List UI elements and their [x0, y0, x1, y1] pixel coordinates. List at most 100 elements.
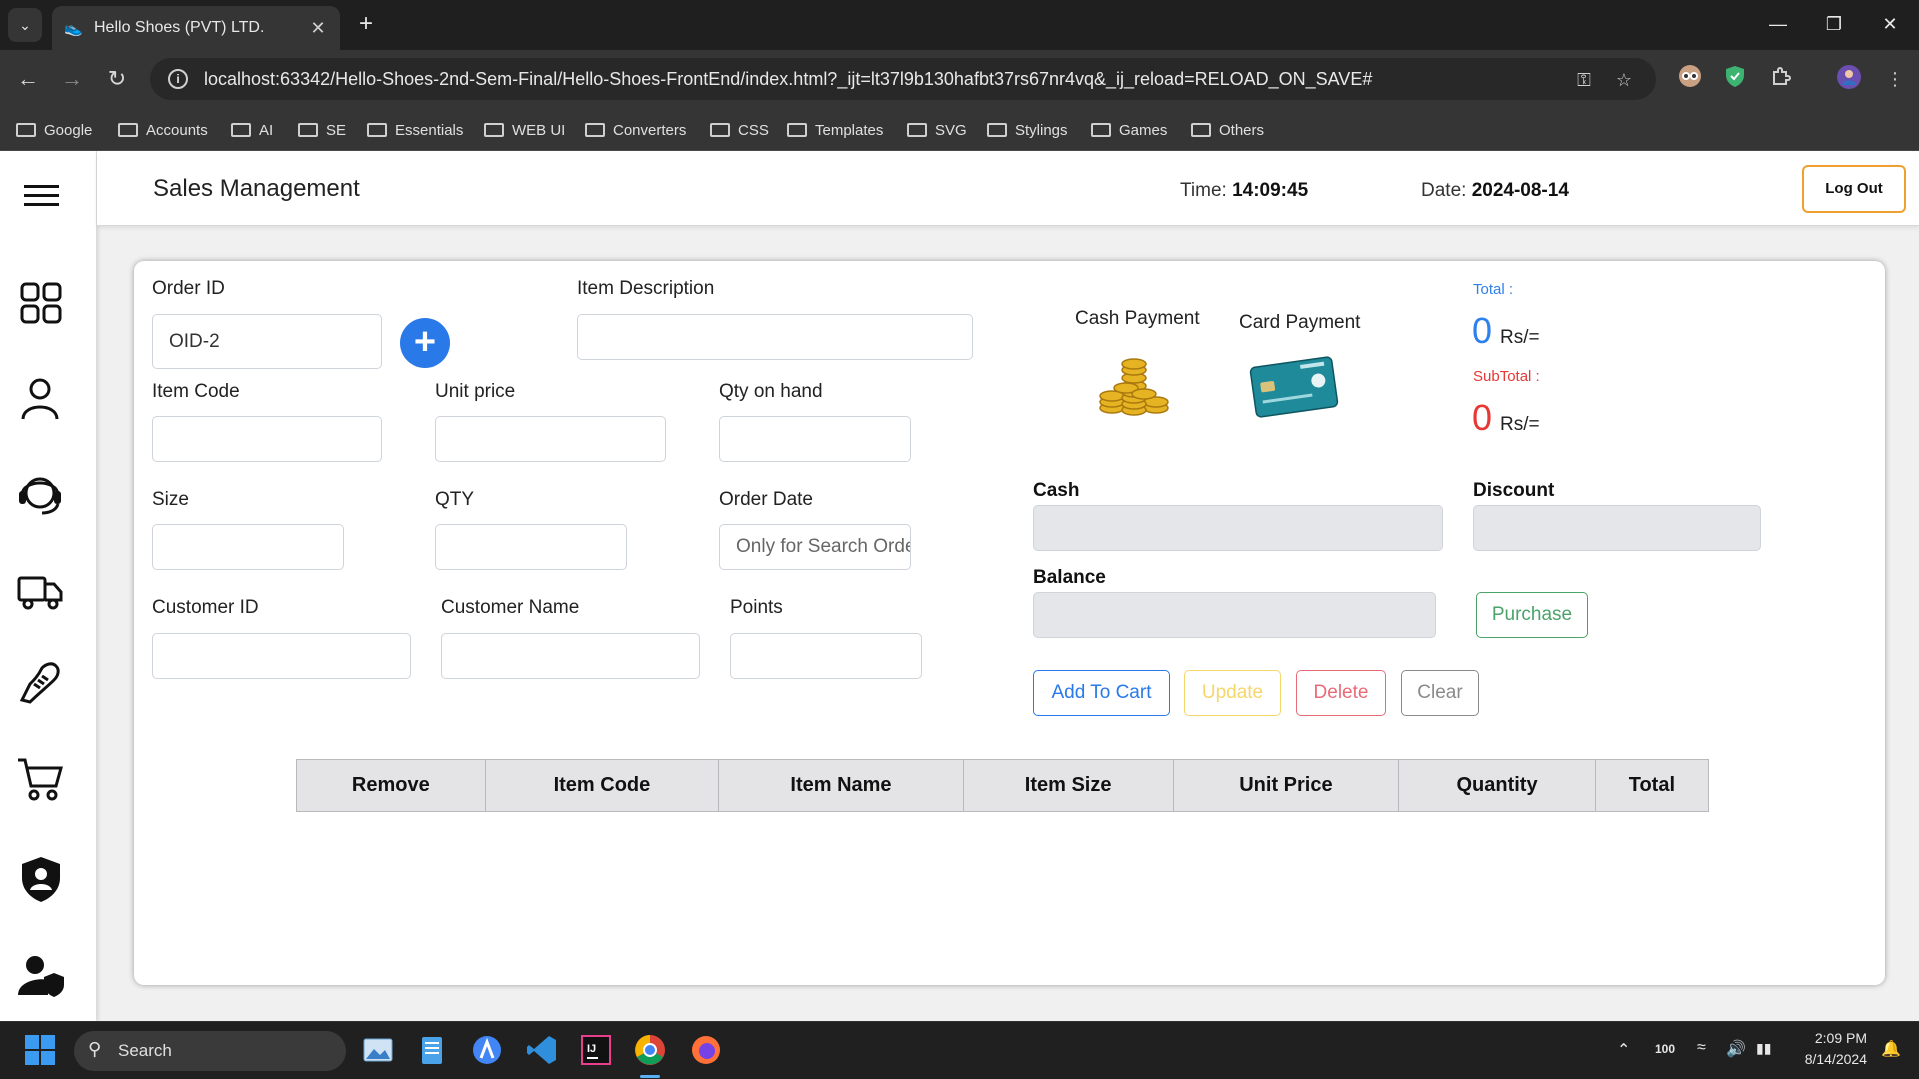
bookmark-folder[interactable]: Accounts [118, 118, 208, 142]
address-bar[interactable]: i localhost:63342/Hello-Shoes-2nd-Sem-Fi… [150, 58, 1656, 100]
discount-label: Discount [1473, 480, 1555, 501]
taskbar-search[interactable]: ⚲ Search [74, 1031, 346, 1071]
table-header-row: Remove Item Code Item Name Item Size Uni… [296, 759, 1710, 812]
restore-icon[interactable]: ❐ [1814, 10, 1854, 38]
delivery-truck-icon[interactable] [16, 566, 66, 616]
forward-icon[interactable]: → [56, 63, 88, 95]
total-currency: Rs/= [1500, 327, 1540, 348]
windows-start-icon[interactable] [22, 1032, 58, 1068]
bookmark-folder[interactable]: Essentials [367, 118, 463, 142]
logout-button[interactable]: Log Out [1802, 165, 1906, 213]
balance-label: Balance [1033, 567, 1106, 588]
item-description-input[interactable] [577, 314, 973, 360]
app-header: Sales Management Time: 14:09:45 Date: 20… [97, 151, 1919, 226]
vscode-icon[interactable] [524, 1032, 560, 1068]
clock-date[interactable]: 8/14/2024 [1797, 1051, 1867, 1067]
add-to-cart-button[interactable]: Add To Cart [1033, 670, 1170, 716]
intellij-icon[interactable]: IJ [578, 1032, 614, 1068]
purchase-button[interactable]: Purchase [1476, 592, 1588, 638]
active-app-indicator [640, 1075, 660, 1078]
subtotal-display: 0 Rs/= [1472, 397, 1540, 439]
item-code-input[interactable] [152, 416, 382, 462]
cart-table: Remove Item Code Item Name Item Size Uni… [296, 759, 1710, 812]
browser-tab[interactable]: 👟 Hello Shoes (PVT) LTD. ✕ [52, 6, 340, 50]
browser-menu-icon[interactable]: ⋮ [1880, 64, 1910, 94]
subtotal-currency: Rs/= [1500, 414, 1540, 435]
customer-id-input[interactable] [152, 633, 411, 679]
cash-payment-label: Cash Payment [1075, 308, 1200, 329]
discount-input[interactable] [1473, 505, 1761, 551]
points-input[interactable] [730, 633, 922, 679]
add-order-button[interactable]: + [400, 318, 450, 368]
bookmark-folder[interactable]: SE [298, 118, 346, 142]
android-studio-icon[interactable] [469, 1032, 505, 1068]
notification-bell-icon[interactable]: 🔔 [1881, 1039, 1901, 1059]
password-key-icon[interactable]: ⚿ [1572, 68, 1596, 92]
minimize-icon[interactable]: — [1758, 10, 1798, 38]
bookmark-folder[interactable]: WEB UI [484, 118, 565, 142]
bookmark-folder[interactable]: Others [1191, 118, 1264, 142]
tab-search-button[interactable]: ⌄ [8, 8, 42, 42]
bookmark-folder[interactable]: SVG [907, 118, 967, 142]
reload-icon[interactable]: ↻ [101, 63, 133, 95]
bookmark-folder[interactable]: AI [231, 118, 273, 142]
bookmark-folder[interactable]: Games [1091, 118, 1167, 142]
folder-icon [1191, 123, 1211, 137]
tray-expand-icon[interactable]: ⌃ [1617, 1040, 1630, 1060]
clock-time[interactable]: 2:09 PM [1809, 1030, 1867, 1046]
column-header: Item Size [962, 759, 1174, 812]
qty-input[interactable] [435, 524, 627, 570]
unit-price-input[interactable] [435, 416, 666, 462]
time-display: Time: 14:09:45 [1180, 180, 1309, 201]
balance-input[interactable] [1033, 592, 1436, 638]
wifi-icon[interactable]: ≈ [1697, 1039, 1706, 1057]
update-button[interactable]: Update [1184, 670, 1281, 716]
delete-button[interactable]: Delete [1296, 670, 1386, 716]
bookmark-folder[interactable]: CSS [710, 118, 769, 142]
new-tab-button[interactable]: + [352, 10, 380, 38]
cash-input[interactable] [1033, 505, 1443, 551]
firefox-icon[interactable] [688, 1032, 724, 1068]
folder-icon [231, 123, 251, 137]
shield-extension-icon[interactable] [1720, 64, 1750, 94]
credit-card-icon[interactable] [1249, 354, 1339, 420]
qty-on-hand-label: Qty on hand [719, 381, 823, 402]
user-shield-icon[interactable] [16, 951, 66, 1001]
cash-coins-icon[interactable] [1098, 358, 1170, 418]
user-icon[interactable] [16, 373, 66, 423]
date-display: Date: 2024-08-14 [1421, 180, 1569, 201]
support-headset-icon[interactable] [16, 469, 66, 519]
volume-icon[interactable]: 🔊 [1726, 1039, 1746, 1059]
battery-icon[interactable]: ▮▮ [1756, 1040, 1771, 1057]
close-tab-icon[interactable]: ✕ [306, 18, 330, 39]
dashboard-grid-icon[interactable] [16, 278, 66, 328]
chrome-icon[interactable] [632, 1032, 668, 1068]
qty-on-hand-input[interactable] [719, 416, 911, 462]
extensions-puzzle-icon[interactable] [1766, 64, 1796, 94]
bookmark-folder[interactable]: Stylings [987, 118, 1068, 142]
hamburger-menu-icon[interactable] [16, 165, 66, 215]
clear-button[interactable]: Clear [1401, 670, 1479, 716]
notepad-icon[interactable] [414, 1032, 450, 1068]
site-info-icon[interactable]: i [168, 69, 188, 89]
extension-eyes-icon[interactable] [1675, 64, 1705, 94]
shopping-cart-icon[interactable] [16, 754, 66, 804]
qty-label: QTY [435, 489, 475, 510]
profile-avatar[interactable] [1834, 64, 1864, 94]
security-shield-user-icon[interactable] [16, 854, 66, 904]
order-id-input[interactable] [152, 314, 382, 369]
folder-icon [710, 123, 730, 137]
order-date-input[interactable] [719, 524, 911, 570]
bookmark-star-icon[interactable]: ☆ [1612, 68, 1636, 92]
bookmark-folder[interactable]: Converters [585, 118, 686, 142]
back-icon[interactable]: ← [12, 63, 44, 95]
size-input[interactable] [152, 524, 344, 570]
bookmark-folder[interactable]: Templates [787, 118, 883, 142]
bookmark-folder[interactable]: Google [16, 118, 92, 142]
customer-name-input[interactable] [441, 633, 700, 679]
close-window-icon[interactable]: ✕ [1870, 10, 1910, 38]
sales-form-card [134, 261, 1885, 985]
photos-app-icon[interactable] [360, 1032, 396, 1068]
shoe-icon[interactable] [16, 658, 66, 708]
customer-id-label: Customer ID [152, 597, 259, 618]
